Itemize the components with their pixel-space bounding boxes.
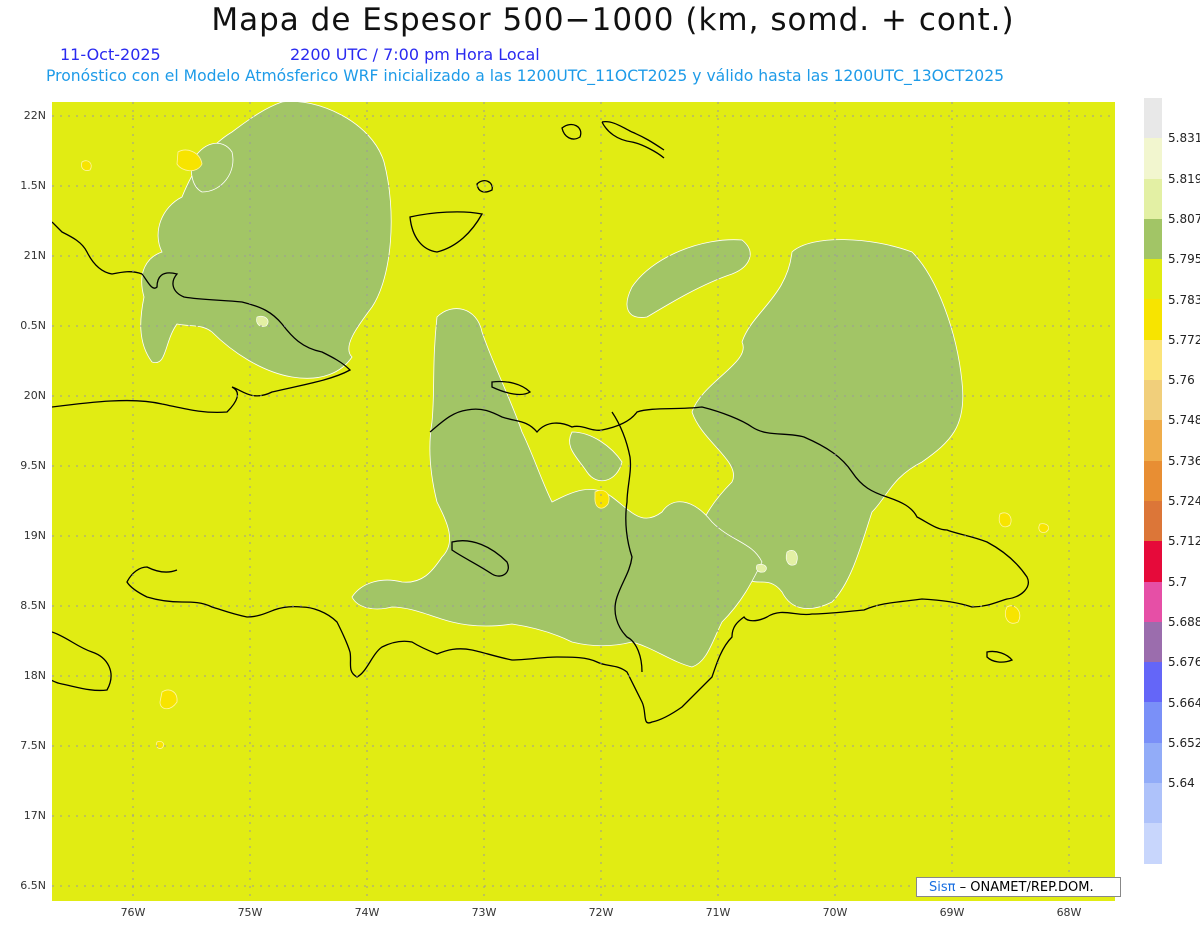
colorbar-cell (1144, 662, 1162, 703)
colorbar-cell (1144, 702, 1162, 743)
forecast-subtitle: Pronóstico con el Modelo Atmósferico WRF… (46, 67, 1005, 85)
colorbar-cell (1144, 742, 1162, 784)
map-title: Mapa de Espesor 500−1000 (km, somd. + co… (211, 2, 1015, 38)
lon-label-1: 75W (237, 906, 263, 919)
colorbar-label: 5.748 (1168, 413, 1200, 428)
saona-island (986, 650, 1014, 663)
credit-text: – ONAMET/REP.DOM. (955, 880, 1094, 895)
colorbar-label: 5.795 (1168, 252, 1200, 267)
lat-label-7: 8.5N (20, 599, 46, 612)
lat-label-11: 6.5N (20, 879, 46, 892)
colorbar-label: 5.676 (1168, 655, 1200, 670)
colorbar-cell (1144, 500, 1162, 542)
colorbar-cell (1144, 621, 1162, 663)
colorbar-label: 5.688 (1168, 614, 1200, 629)
lon-label-3: 73W (471, 906, 497, 919)
colorbar-cell (1144, 460, 1162, 501)
colorbar-label: 5.772 (1168, 332, 1200, 347)
hispaniola-mid-contour (569, 431, 623, 482)
colorbar-cell (1144, 259, 1162, 300)
lat-label-0: 22N (23, 109, 46, 122)
colorbar-cell (1144, 178, 1162, 219)
colorbar-cell (1144, 138, 1162, 179)
credit-box: Sisπ – ONAMET/REP.DOM. (916, 877, 1121, 897)
turks-caicos-2 (601, 121, 665, 159)
lon-label-4: 72W (588, 906, 614, 919)
cuba-contour-region (140, 102, 392, 379)
thickness-contour-regions (140, 102, 964, 668)
colorbar-label: 5.724 (1168, 494, 1200, 508)
bahamas-contour-region (626, 239, 751, 318)
time-label: 2200 UTC / 7:00 pm Hora Local (290, 45, 540, 64)
colorbar-label: 5.664 (1168, 695, 1200, 710)
colorbar-label: 5.652 (1168, 735, 1200, 750)
lon-label-0: 76W (120, 906, 146, 919)
lat-label-10: 17N (23, 809, 46, 822)
lat-label-5: 9.5N (20, 459, 46, 472)
lat-label-2: 21N (23, 249, 46, 262)
lon-label-7: 69W (939, 906, 965, 919)
lon-label-8: 68W (1056, 906, 1082, 919)
lat-label-8: 18N (23, 669, 46, 682)
lat-label-9: 7.5N (20, 739, 46, 752)
colorbar-label: 5.76 (1168, 373, 1195, 388)
credit-brand: Sisπ (929, 880, 956, 895)
lon-label-5: 71W (705, 906, 731, 919)
thickness-map (52, 102, 1115, 901)
colorbar-cell (1144, 380, 1162, 421)
date-label: 11-Oct-2025 (60, 45, 161, 64)
colorbar-cell (1144, 218, 1162, 260)
colorbar-cell (1144, 541, 1162, 582)
lat-label-6: 19N (23, 529, 46, 542)
colorbar-label: 5.783 (1168, 292, 1200, 307)
colorbar-label: 5.736 (1168, 453, 1200, 468)
colorbar-cell (1144, 339, 1162, 381)
lat-label-4: 20N (23, 389, 46, 402)
hispaniola-west-contour (351, 308, 763, 668)
turks-caicos-1 (561, 123, 582, 140)
inagua-island (409, 211, 484, 253)
colorbar-label: 5.819 (1168, 171, 1200, 186)
lat-label-1: 1.5N (20, 179, 46, 192)
colorbar-cell (1144, 783, 1162, 824)
colorbar-label: 5.64 (1168, 776, 1195, 791)
colorbar (1144, 98, 1162, 864)
lon-label-6: 70W (822, 906, 848, 919)
lat-label-3: 0.5N (20, 319, 46, 332)
colorbar-label: 5.807 (1168, 211, 1200, 226)
colorbar-label: 5.7 (1168, 574, 1188, 589)
colorbar-cell (1144, 98, 1162, 139)
colorbar-cell (1144, 420, 1162, 461)
lon-label-2: 74W (354, 906, 380, 919)
colorbar-label: 5.831 (1168, 131, 1200, 146)
colorbar-cell (1144, 823, 1162, 864)
colorbar-label: 5.712 (1168, 534, 1200, 549)
map-canvas (52, 102, 1115, 901)
colorbar-cell (1144, 581, 1162, 622)
jamaica-coast (52, 631, 112, 692)
colorbar-cell (1144, 299, 1162, 340)
